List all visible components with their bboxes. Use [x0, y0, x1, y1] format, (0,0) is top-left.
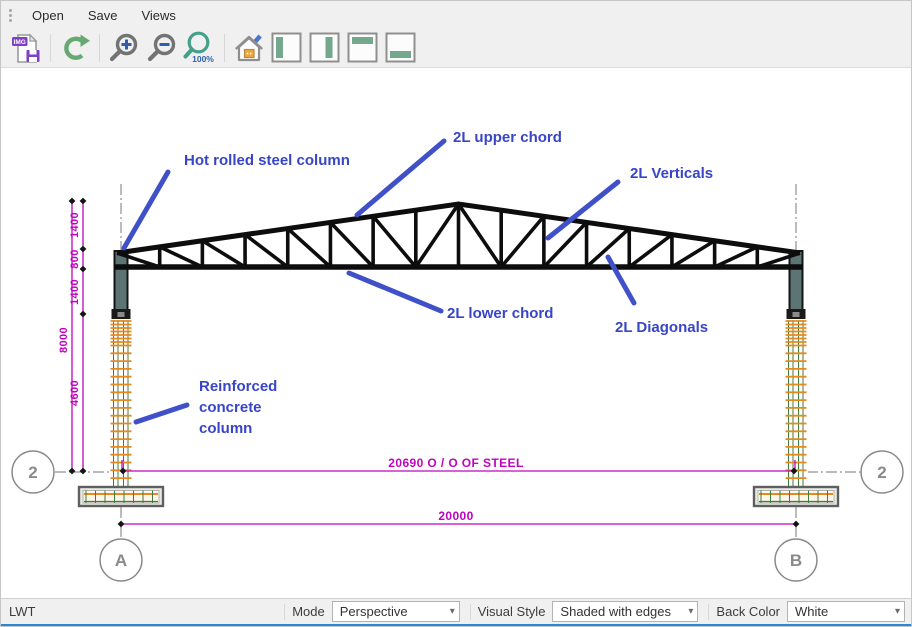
zoom-in-button[interactable] — [106, 30, 142, 66]
toolbar-separator — [99, 34, 100, 62]
dim-1400-top: 1400 — [69, 212, 81, 238]
statusbar-separator — [708, 604, 709, 620]
back-color-value: White — [795, 604, 828, 619]
dim-1400-mid: 1400 — [69, 279, 81, 305]
status-bar: LWT Mode Perspective ▾ Visual Style Shad… — [1, 598, 912, 624]
toolbar-separator — [50, 34, 51, 62]
chevron-down-icon: ▾ — [450, 606, 455, 617]
view-right-button[interactable] — [307, 30, 343, 66]
dim-span-20000: 20000 — [438, 509, 473, 523]
label-lower-chord: 2L lower chord — [447, 305, 553, 322]
view-left-button[interactable] — [269, 30, 305, 66]
footing-rebar — [86, 491, 828, 504]
roof-truss — [114, 204, 803, 267]
refresh-button[interactable] — [57, 30, 93, 66]
mode-value: Perspective — [340, 604, 408, 619]
menu-bar: Open Save Views — [1, 1, 911, 29]
toolbar: IMG — [1, 29, 911, 68]
back-color-dropdown[interactable]: White ▾ — [787, 601, 905, 622]
drawing-canvas[interactable]: 1400 800 1400 4600 8000 20690 O / O OF S… — [1, 68, 912, 598]
view-top-icon — [346, 31, 380, 65]
visual-style-dropdown[interactable]: Shaded with edges ▾ — [552, 601, 698, 622]
mode-dropdown[interactable]: Perspective ▾ — [332, 601, 460, 622]
view-top-button[interactable] — [345, 30, 381, 66]
chevron-down-icon: ▾ — [688, 606, 693, 617]
home-view-button[interactable] — [231, 30, 267, 66]
dimension-arrows — [69, 198, 800, 528]
menu-open[interactable]: Open — [20, 4, 76, 27]
toolbar-separator — [224, 34, 225, 62]
label-rc-line3: column — [199, 420, 252, 437]
zoom-in-icon — [107, 31, 141, 65]
drawing-viewport[interactable]: 1400 800 1400 4600 8000 20690 O / O OF S… — [1, 68, 912, 598]
grid-bubble-2-right: 2 — [877, 463, 886, 482]
view-bottom-icon — [384, 31, 418, 65]
label-hot-rolled-steel-column: Hot rolled steel column — [184, 152, 350, 169]
app-window: Open Save Views IMG — [0, 0, 912, 627]
footings — [79, 487, 838, 506]
home-icon — [232, 31, 266, 65]
zoom-out-button[interactable] — [144, 30, 180, 66]
toolbar-grip-icon[interactable] — [9, 14, 12, 17]
svg-text:100%: 100% — [192, 54, 214, 64]
grid-bubble-2-left: 2 — [28, 463, 37, 482]
menu-views[interactable]: Views — [129, 4, 187, 27]
svg-text:IMG: IMG — [14, 39, 26, 46]
view-bottom-button[interactable] — [383, 30, 419, 66]
refresh-icon — [58, 31, 92, 65]
save-image-button[interactable]: IMG — [8, 30, 44, 66]
zoom-100-button[interactable]: 100% — [182, 30, 218, 66]
label-verticals: 2L Verticals — [630, 165, 713, 182]
view-left-icon — [270, 31, 304, 65]
dim-800: 800 — [69, 249, 81, 269]
grid-bubble-b: B — [790, 551, 802, 570]
status-lwt: LWT — [9, 604, 35, 619]
annotation-labels: Hot rolled steel column 2L upper chord 2… — [184, 129, 713, 437]
label-rc-line1: Reinforced — [199, 378, 277, 395]
dim-8000: 8000 — [58, 327, 70, 353]
image-file-save-icon: IMG — [9, 31, 43, 65]
back-color-label: Back Color — [716, 604, 780, 619]
zoom-100-icon: 100% — [183, 31, 217, 65]
zoom-out-icon — [145, 31, 179, 65]
view-right-icon — [308, 31, 342, 65]
statusbar-separator — [470, 604, 471, 620]
statusbar-separator — [284, 604, 285, 620]
visual-style-label: Visual Style — [478, 604, 546, 619]
visual-style-value: Shaded with edges — [560, 604, 671, 619]
grid-bubble-a: A — [115, 551, 127, 570]
label-rc-line2: concrete — [199, 399, 262, 416]
menu-save[interactable]: Save — [76, 4, 130, 27]
mode-label: Mode — [292, 604, 325, 619]
label-diagonals: 2L Diagonals — [615, 319, 708, 336]
chevron-down-icon: ▾ — [895, 606, 900, 617]
label-upper-chord: 2L upper chord — [453, 129, 562, 146]
dim-4600: 4600 — [69, 380, 81, 406]
dim-out-to-out-steel: 20690 O / O OF STEEL — [388, 456, 523, 470]
